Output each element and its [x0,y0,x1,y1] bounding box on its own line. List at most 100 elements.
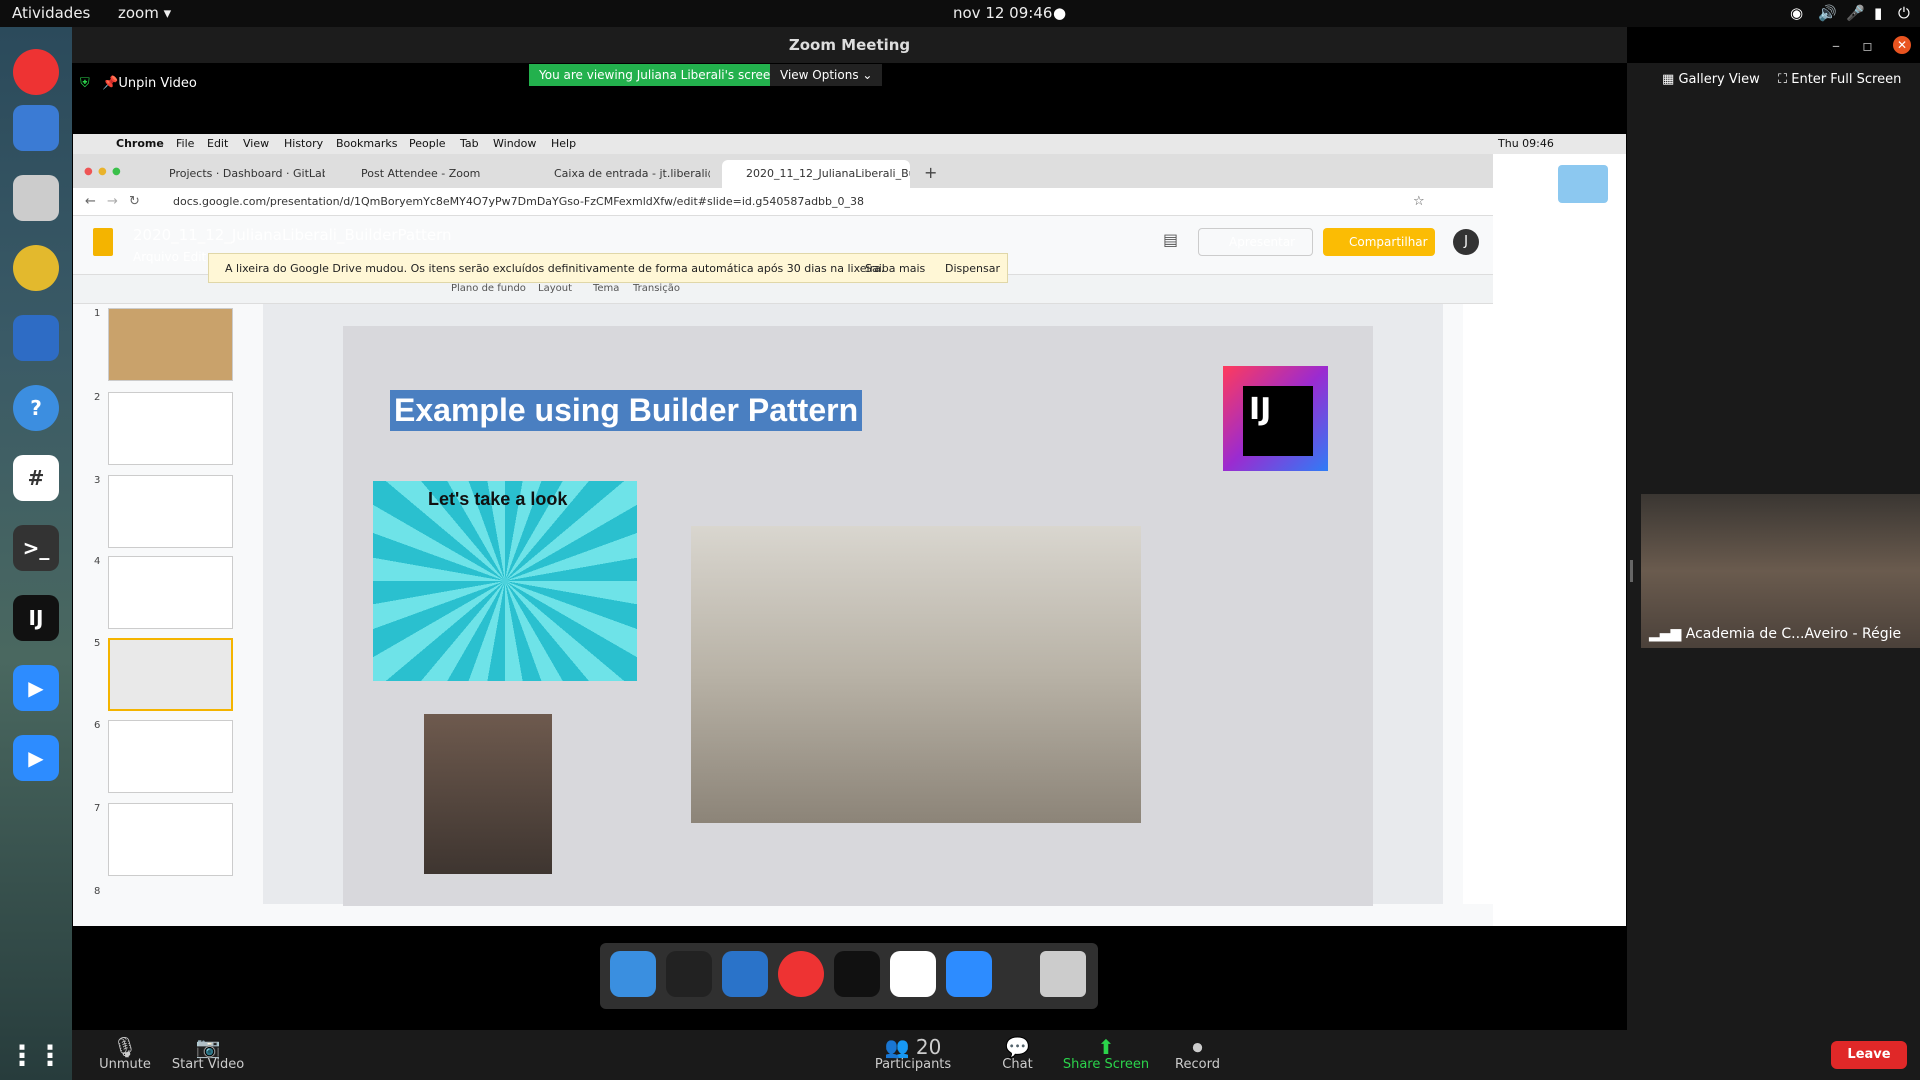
url-field[interactable]: docs.google.com/presentation/d/1QmBoryem… [173,195,864,208]
window-min-icon[interactable]: ● [98,166,107,177]
thunderbird-icon[interactable] [13,105,59,151]
clock[interactable]: nov 12 09:46 [953,4,1052,22]
wifi-icon[interactable]: ◉ [1790,4,1803,22]
menu-help[interactable]: Help [551,137,576,150]
battery-icon[interactable]: ▮ [1874,4,1882,22]
chat-button[interactable]: 💬 Chat [995,1035,1040,1072]
dismiss-button[interactable]: Dispensar [945,254,1000,284]
cat-laptop-image[interactable] [424,714,552,874]
tab-zoom[interactable]: Post Attendee - Zoom [337,160,517,188]
show-apps-icon[interactable]: ⋮⋮ [8,1032,64,1078]
slide-title[interactable]: Example using Builder Pattern [390,390,863,431]
share-button[interactable]: Compartilhar [1323,228,1435,256]
slide-thumb-2[interactable] [108,392,233,465]
gallery-view-button[interactable]: ▦ Gallery View [1662,72,1760,87]
zoom-active-icon[interactable]: ▶ [13,735,59,781]
menu-bookmarks[interactable]: Bookmarks [336,137,397,150]
window-close-icon[interactable]: ● [84,166,93,177]
trash-icon[interactable] [1040,951,1086,997]
close-icon[interactable]: ✕ [1893,36,1911,54]
bookmark-star-icon[interactable]: ☆ [1413,194,1425,209]
share-screen-button[interactable]: ⬆ Share Screen [1061,1035,1151,1072]
chrome-icon[interactable] [13,49,59,95]
folder-icon[interactable] [1558,165,1608,203]
menu-edit[interactable]: Edit [207,137,228,150]
mic-icon[interactable]: 🎤 [1846,4,1865,22]
slide-canvas[interactable]: Example using Builder Pattern IJ Let's t… [343,326,1373,906]
share-screen-label: Share Screen [1062,1057,1150,1072]
intellij-icon[interactable] [834,951,880,997]
thumb-number: 3 [94,475,101,486]
panel-resize-handle[interactable] [1630,560,1633,582]
present-button[interactable]: Apresentar [1198,228,1313,256]
files-icon[interactable] [13,175,59,221]
toolbar-transition[interactable]: Transição [633,283,680,294]
learn-more-link[interactable]: Saiba mais [865,254,925,284]
zoom-icon[interactable] [946,951,992,997]
power-icon[interactable]: ⏻ [1898,4,1910,22]
activities-button[interactable]: Atividades [12,4,90,22]
window-max-icon[interactable]: ● [112,166,121,177]
start-video-button[interactable]: 📷 Start Video [168,1035,248,1072]
zoom-icon[interactable]: ▶ [13,665,59,711]
tab-gitlab[interactable]: Projects · Dashboard · GitLab [145,160,325,188]
maximize-icon[interactable]: ▫ [1862,36,1873,55]
intellij-icon[interactable]: IJ [13,595,59,641]
menu-file[interactable]: File [176,137,194,150]
slide-thumb-3[interactable] [108,475,233,548]
app-menu[interactable]: zoom ▾ [118,4,171,22]
leave-button[interactable]: Leave [1831,1041,1907,1069]
reload-icon[interactable]: ↻ [129,194,140,209]
chrome-icon[interactable] [778,951,824,997]
participants-button[interactable]: 👥 20 Participants [873,1035,953,1072]
tab-slides-active[interactable]: 2020_11_12_JulianaLiberali_Bu [722,160,910,188]
new-tab-icon[interactable]: + [924,163,937,182]
slide-thumb-1[interactable] [108,308,233,381]
comment-icon[interactable]: ▤ [1163,230,1178,249]
rhythmbox-icon[interactable] [13,245,59,291]
full-screen-button[interactable]: ⛶ Enter Full Screen [1778,72,1901,87]
help-icon[interactable]: ? [13,385,59,431]
menu-window[interactable]: Window [493,137,536,150]
slide-thumb-4[interactable] [108,556,233,629]
toolbar-layout[interactable]: Layout [538,283,572,294]
menu-chrome[interactable]: Chrome [116,137,164,150]
slide-thumb-5-selected[interactable] [108,638,233,711]
terminal-icon[interactable] [666,951,712,997]
menu-people[interactable]: People [409,137,446,150]
slide-thumb-6[interactable] [108,720,233,793]
unmute-button[interactable]: 🎙 Unmute [95,1035,155,1072]
binoculars-man-image[interactable]: Let's take a look [373,481,637,681]
minimize-icon[interactable]: – [1832,36,1840,55]
participant-video[interactable]: ▂▄▆ Academia de C...Aveiro - Régie [1641,494,1920,648]
writer-icon[interactable] [13,315,59,361]
volume-icon[interactable]: 🔊 [1818,4,1837,22]
vscode-icon[interactable] [722,951,768,997]
slide-thumb-7[interactable] [108,803,233,876]
slack-icon[interactable] [890,951,936,997]
doc-title[interactable]: 2020_11_12_JulianaLiberali_BuilderPatter… [133,226,452,244]
start-video-label: Start Video [171,1057,245,1072]
thumb-number: 7 [94,803,101,814]
menu-edit-pt[interactable]: Edit [183,250,206,264]
record-label: Record [1175,1057,1220,1072]
unmute-label: Unmute [99,1057,151,1072]
tab-gmail[interactable]: Caixa de entrada - jt.liberali@g [530,160,710,188]
terminal-icon[interactable]: >_ [13,525,59,571]
forward-icon[interactable]: → [107,194,118,209]
unpin-video-button[interactable]: ⛨ 📌Unpin Video [80,76,197,91]
slack-icon[interactable]: # [13,455,59,501]
menu-view[interactable]: View [243,137,269,150]
view-options-button[interactable]: View Options ⌄ [770,64,883,86]
finder-icon[interactable] [610,951,656,997]
menu-history[interactable]: History [284,137,323,150]
record-button[interactable]: ⏺ Record [1170,1035,1225,1072]
avatar[interactable]: J [1453,229,1479,255]
toolbar-theme[interactable]: Tema [593,283,619,294]
menu-tab[interactable]: Tab [460,137,479,150]
menu-file-pt[interactable]: Arquivo [133,250,179,264]
toolbar-background[interactable]: Plano de fundo [451,283,526,294]
share-screen-icon: ⬆ [1097,1035,1115,1059]
construction-workers-image[interactable] [691,526,1141,823]
back-icon[interactable]: ← [85,194,96,209]
